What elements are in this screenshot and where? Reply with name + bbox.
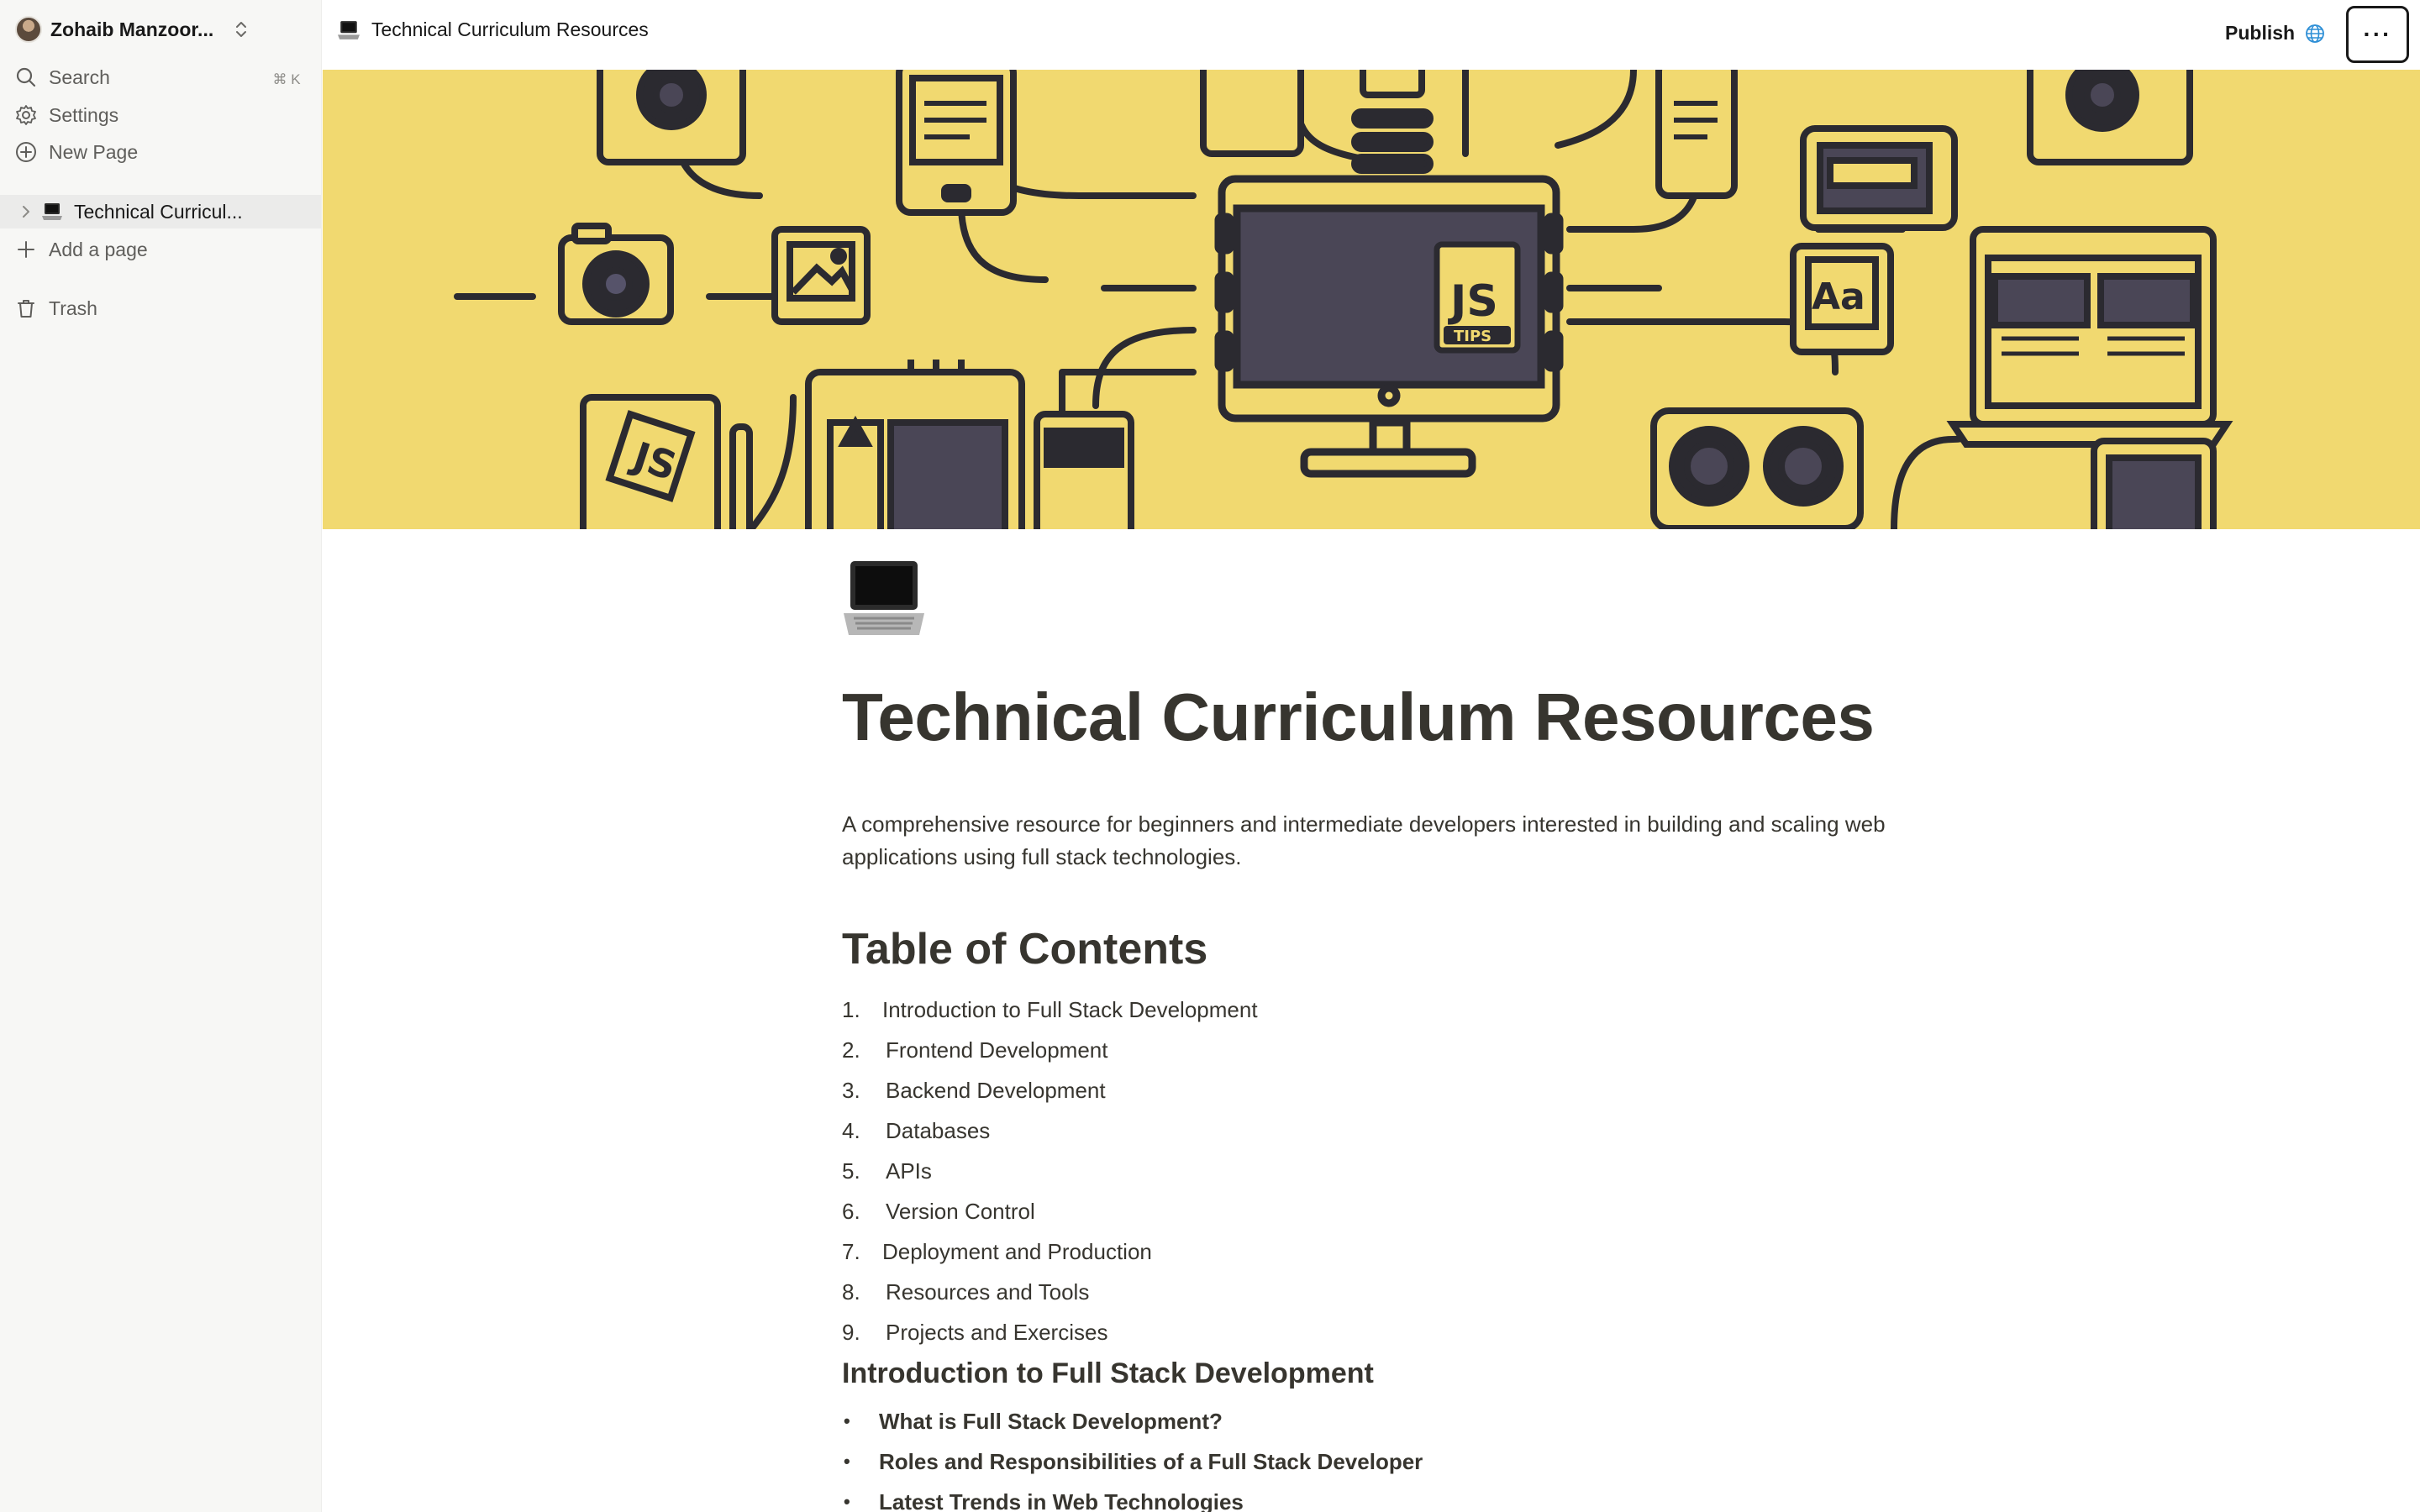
chevron-right-icon[interactable]: [18, 204, 34, 219]
toc-list: 1. Introduction to Full Stack Development…: [842, 990, 1258, 1352]
laptop-icon: [338, 20, 360, 39]
toc-item[interactable]: 2. Frontend Development: [842, 1030, 1258, 1070]
bullet-dot: •: [844, 1451, 850, 1472]
toc-item[interactable]: 5. APIs: [842, 1151, 1258, 1191]
toc-item[interactable]: 1. Introduction to Full Stack Development: [842, 990, 1258, 1030]
breadcrumb[interactable]: Technical Curriculum Resources: [338, 18, 649, 41]
list-item-label: Roles and Responsibilities of a Full Sta…: [879, 1448, 1423, 1474]
breadcrumb-label: Technical Curriculum Resources: [371, 18, 649, 40]
search-shortcut: ⌘ K: [272, 71, 301, 87]
laptop-icon: [42, 203, 62, 220]
globe-icon: [2306, 24, 2324, 43]
toc-label: Backend Development: [886, 1077, 1106, 1103]
toc-item[interactable]: 3. Backend Development: [842, 1070, 1258, 1110]
toc-label: Deployment and Production: [882, 1238, 1152, 1264]
toc-item[interactable]: 8. Resources and Tools: [842, 1272, 1258, 1312]
toc-number: 5.: [842, 1158, 860, 1184]
list-item[interactable]: • Roles and Responsibilities of a Full St…: [842, 1441, 1423, 1482]
sidebar-settings-label: Settings: [49, 103, 119, 126]
toc-item[interactable]: 4. Databases: [842, 1110, 1258, 1151]
cover-illustration: JS JS TIPS Aa: [454, 70, 2233, 529]
workspace-name: Zohaib Manzoor...: [50, 18, 214, 40]
topbar: Technical Curriculum Resources Publish ·…: [323, 0, 2420, 70]
toc-number: 9.: [842, 1319, 860, 1345]
sidebar-new-page[interactable]: New Page: [15, 135, 138, 169]
toc-label: Introduction to Full Stack Development: [882, 996, 1258, 1022]
gear-icon: [16, 105, 36, 125]
avatar: [15, 16, 42, 43]
sidebar-trash-label: Trash: [49, 297, 97, 319]
toc-number: 1.: [842, 996, 860, 1022]
toc-label: Frontend Development: [886, 1037, 1108, 1063]
toc-label: Projects and Exercises: [886, 1319, 1108, 1345]
trash-icon: [18, 300, 34, 318]
list-item-label: What is Full Stack Development?: [879, 1408, 1223, 1434]
list-item[interactable]: • What is Full Stack Development?: [842, 1401, 1423, 1441]
bullet-list: • What is Full Stack Development? • Roles …: [842, 1401, 1423, 1512]
toc-label: APIs: [886, 1158, 932, 1184]
bullet-dot: •: [844, 1491, 850, 1512]
page-title[interactable]: Technical Curriculum Resources: [842, 679, 1875, 756]
toc-item[interactable]: 6. Version Control: [842, 1191, 1258, 1231]
toc-number: 4.: [842, 1117, 860, 1143]
toc-label: Databases: [886, 1117, 991, 1143]
cover-badge-js: JS: [1448, 276, 1498, 327]
cover-image: JS JS TIPS Aa: [323, 70, 2420, 529]
plus-icon: [18, 241, 34, 258]
search-icon: [16, 67, 36, 87]
cover-badge-tips: TIPS: [1454, 328, 1491, 345]
sidebar-add-page[interactable]: Add a page: [15, 233, 148, 266]
toc-heading[interactable]: Table of Contents: [842, 924, 1207, 974]
toc-item[interactable]: 9. Projects and Exercises: [842, 1312, 1258, 1352]
sidebar-new-page-label: New Page: [49, 140, 139, 163]
bullet-dot: •: [844, 1410, 850, 1431]
toc-number: 6.: [842, 1198, 860, 1224]
sidebar-search[interactable]: Search: [15, 60, 110, 94]
sidebar-search-label: Search: [49, 66, 110, 88]
sidebar-item-technical-curriculum[interactable]: Technical Curricul...: [0, 195, 321, 228]
sidebar: Zohaib Manzoor... Search ⌘ K Settings Ne…: [0, 0, 322, 1512]
sidebar-settings[interactable]: Settings: [15, 98, 118, 132]
page-description[interactable]: A comprehensive resource for beginners a…: [842, 808, 1918, 874]
toc-number: 2.: [842, 1037, 860, 1063]
publish-button[interactable]: Publish: [2225, 22, 2325, 45]
list-item[interactable]: • Latest Trends in Web Technologies: [842, 1482, 1423, 1512]
chevron-updown-icon: [236, 22, 247, 37]
sidebar-add-page-label: Add a page: [49, 238, 148, 260]
laptop-icon[interactable]: [842, 554, 926, 638]
sidebar-trash[interactable]: Trash: [15, 291, 97, 325]
section-heading[interactable]: Introduction to Full Stack Development: [842, 1357, 1374, 1390]
toc-label: Version Control: [886, 1198, 1035, 1224]
toc-number: 7.: [842, 1238, 860, 1264]
sidebar-item-label: Technical Curricul...: [74, 200, 243, 223]
cover-badge-aa: Aa: [1812, 276, 1865, 318]
workspace-switcher[interactable]: Zohaib Manzoor...: [15, 15, 249, 44]
more-options-button[interactable]: ···: [2346, 6, 2409, 63]
toc-number: 8.: [842, 1278, 860, 1305]
toc-item[interactable]: 7. Deployment and Production: [842, 1231, 1258, 1272]
publish-label: Publish: [2225, 22, 2296, 44]
toc-label: Resources and Tools: [886, 1278, 1090, 1305]
toc-number: 3.: [842, 1077, 860, 1103]
list-item-label: Latest Trends in Web Technologies: [879, 1488, 1244, 1512]
plus-circle-icon: [16, 142, 36, 162]
